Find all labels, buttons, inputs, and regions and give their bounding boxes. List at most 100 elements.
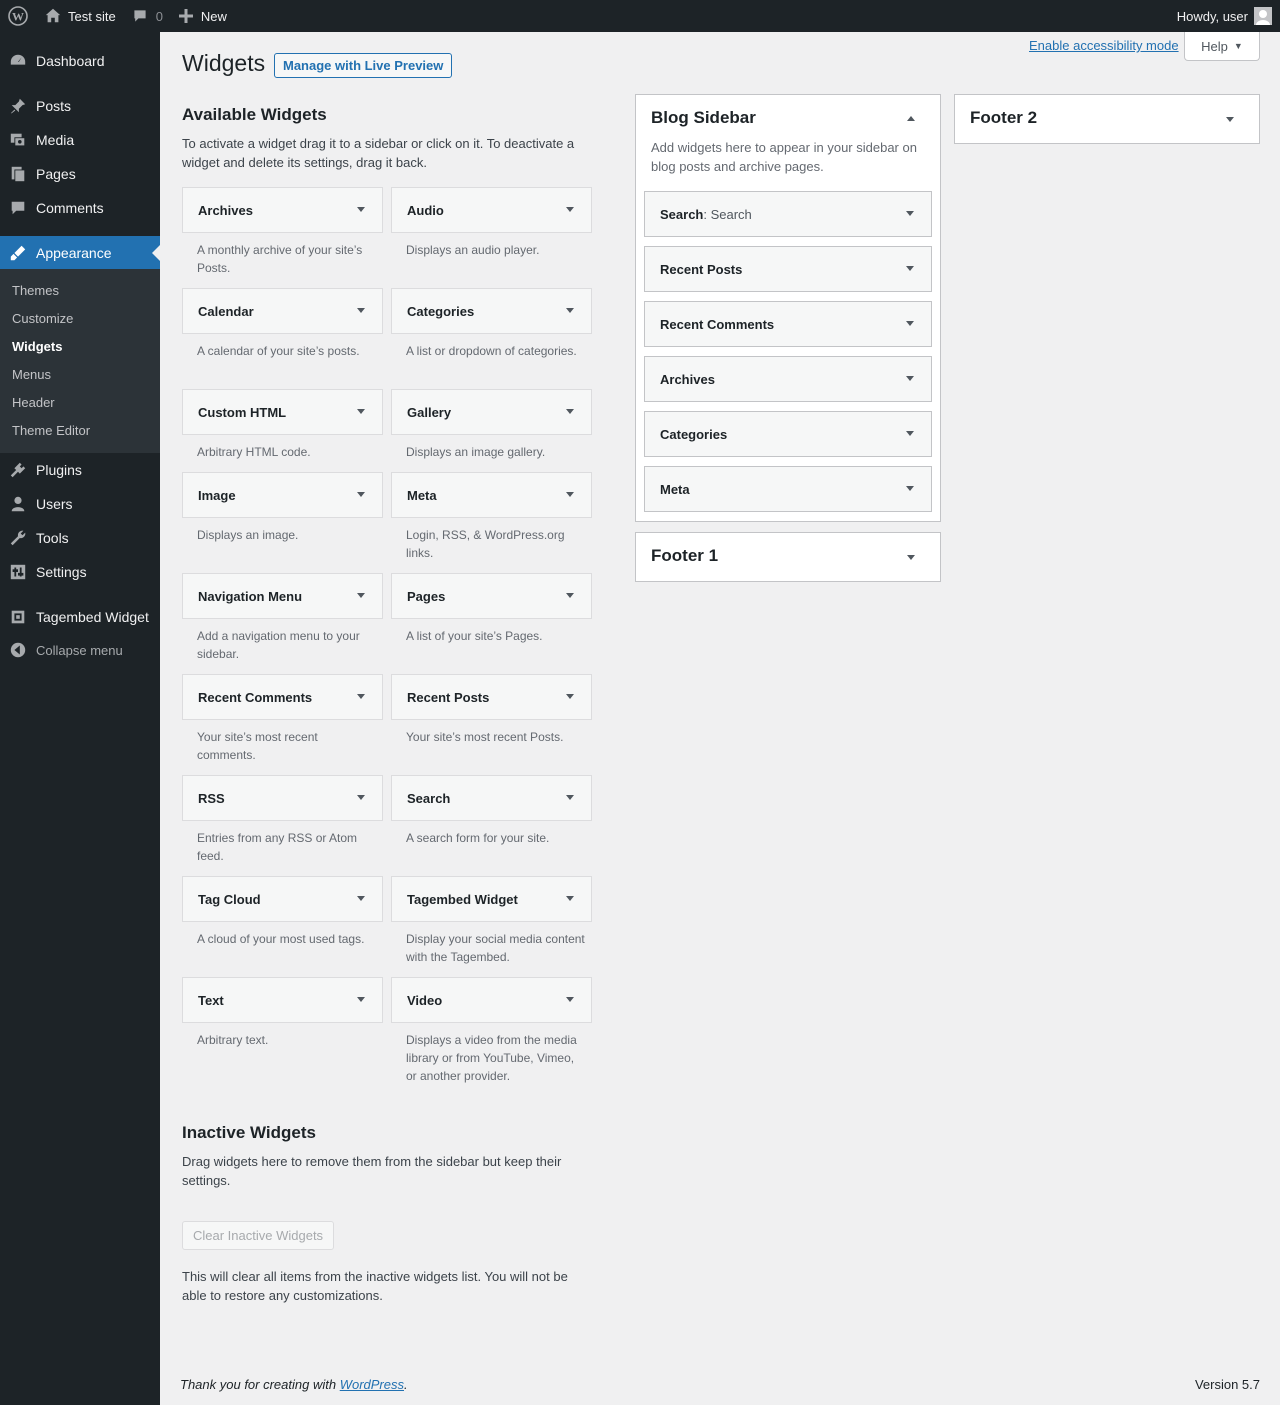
blog-sidebar-description: Add widgets here to appear in your sideb… xyxy=(651,140,917,174)
expand-down-icon[interactable] xyxy=(906,486,914,491)
submenu-header[interactable]: Header xyxy=(12,395,55,410)
widget-title: RSS xyxy=(198,790,225,806)
accessibility-mode-link[interactable]: Enable accessibility mode xyxy=(1029,38,1179,53)
menu-users[interactable]: Users xyxy=(0,487,160,521)
sidebar-widget[interactable]: Recent Posts xyxy=(644,246,932,292)
expand-down-icon[interactable] xyxy=(566,409,574,414)
help-tab[interactable]: Help ▼ xyxy=(1184,32,1260,61)
widget-item[interactable]: Video xyxy=(391,977,592,1023)
expand-down-icon[interactable] xyxy=(357,997,365,1002)
expand-down-icon[interactable] xyxy=(907,555,915,560)
widget-item[interactable]: Gallery xyxy=(391,389,592,435)
wordpress-logo-icon[interactable]: W xyxy=(0,0,36,32)
widget-title: Video xyxy=(407,992,443,1008)
collapse-menu-button[interactable]: Collapse menu xyxy=(0,633,160,667)
sidebar-widget-name: Search xyxy=(660,206,704,222)
expand-down-icon[interactable] xyxy=(357,896,365,901)
menu-appearance[interactable]: Appearance xyxy=(0,236,160,270)
menu-media-label: Media xyxy=(36,132,75,148)
widget-item[interactable]: Text xyxy=(182,977,383,1023)
expand-down-icon[interactable] xyxy=(906,321,914,326)
expand-down-icon[interactable] xyxy=(357,207,365,212)
widget-item[interactable]: Pages xyxy=(391,573,592,619)
sidebar-widget[interactable]: Categories xyxy=(644,411,932,457)
widget-item[interactable]: Navigation Menu xyxy=(182,573,383,619)
expand-down-icon[interactable] xyxy=(566,997,574,1002)
blog-sidebar-area[interactable]: Blog Sidebar Add widgets here to appear … xyxy=(635,94,941,522)
expand-down-icon[interactable] xyxy=(566,308,574,313)
sidebar-widget[interactable]: Archives xyxy=(644,356,932,402)
widget-description: Displays a video from the media library … xyxy=(406,1033,577,1083)
new-content-link[interactable]: New xyxy=(171,0,235,32)
expand-down-icon[interactable] xyxy=(906,376,914,381)
menu-media[interactable]: Media xyxy=(0,123,160,157)
expand-down-icon[interactable] xyxy=(1226,117,1234,122)
widget-item[interactable]: Search xyxy=(391,775,592,821)
menu-dashboard-label: Dashboard xyxy=(36,53,105,69)
footer-1-area[interactable]: Footer 1 xyxy=(635,532,941,582)
expand-down-icon[interactable] xyxy=(357,308,365,313)
sidebar-widget-name: Recent Comments xyxy=(660,316,775,332)
widget-description: Displays an image gallery. xyxy=(406,445,546,459)
expand-down-icon[interactable] xyxy=(566,593,574,598)
site-name-link[interactable]: Test site xyxy=(36,0,124,32)
menu-plugins[interactable]: Plugins xyxy=(0,453,160,487)
footer-2-title: Footer 2 xyxy=(970,108,1038,127)
submenu-widgets[interactable]: Widgets xyxy=(12,339,62,354)
menu-pages[interactable]: Pages xyxy=(0,157,160,191)
menu-posts[interactable]: Posts xyxy=(0,89,160,123)
expand-down-icon[interactable] xyxy=(906,266,914,271)
submenu-menus[interactable]: Menus xyxy=(12,367,51,382)
expand-down-icon[interactable] xyxy=(566,896,574,901)
widget-item[interactable]: Archives xyxy=(182,187,383,233)
expand-down-icon[interactable] xyxy=(566,207,574,212)
expand-down-icon[interactable] xyxy=(906,211,914,216)
menu-tools[interactable]: Tools xyxy=(0,521,160,555)
menu-dashboard[interactable]: Dashboard xyxy=(0,44,160,78)
widget-item[interactable]: Tag Cloud xyxy=(182,876,383,922)
submenu-themes[interactable]: Themes xyxy=(12,283,59,298)
submenu-theme-editor[interactable]: Theme Editor xyxy=(12,423,90,438)
wordpress-link[interactable]: WordPress xyxy=(340,1377,404,1392)
widget-item[interactable]: Recent Posts xyxy=(391,674,592,720)
widget-item[interactable]: Tagembed Widget xyxy=(391,876,592,922)
expand-down-icon[interactable] xyxy=(357,492,365,497)
widget-title: Categories xyxy=(407,303,475,319)
widget-item[interactable]: Meta xyxy=(391,472,592,518)
my-account[interactable]: Howdy, user xyxy=(1169,0,1280,32)
comments-link[interactable]: 0 xyxy=(124,0,171,32)
sidebar-widget[interactable]: Recent Comments xyxy=(644,301,932,347)
menu-comments[interactable]: Comments xyxy=(0,191,160,225)
widget-item[interactable]: Calendar xyxy=(182,288,383,334)
sidebar-widget[interactable]: Search: Search xyxy=(644,191,932,237)
widget-item[interactable]: Image xyxy=(182,472,383,518)
comment-icon xyxy=(134,10,146,22)
live-preview-button[interactable]: Manage with Live Preview xyxy=(274,53,453,78)
expand-down-icon[interactable] xyxy=(566,795,574,800)
expand-down-icon[interactable] xyxy=(357,593,365,598)
collapse-arrow-icon xyxy=(0,641,36,659)
menu-settings[interactable]: Settings xyxy=(0,555,160,589)
expand-down-icon[interactable] xyxy=(357,694,365,699)
menu-tagembed[interactable]: Tagembed Widget xyxy=(0,600,160,634)
expand-down-icon[interactable] xyxy=(357,795,365,800)
widget-item[interactable]: RSS xyxy=(182,775,383,821)
expand-down-icon[interactable] xyxy=(906,431,914,436)
menu-comments-label: Comments xyxy=(36,200,104,216)
widget-item[interactable]: Categories xyxy=(391,288,592,334)
widget-description: Login, RSS, & WordPress.org links. xyxy=(406,528,565,560)
widget-item[interactable]: Audio xyxy=(391,187,592,233)
widget-title: Audio xyxy=(407,202,444,218)
clear-inactive-widgets-button[interactable]: Clear Inactive Widgets xyxy=(182,1221,335,1250)
footer-2-area[interactable]: Footer 2 xyxy=(954,94,1260,144)
collapse-up-icon[interactable] xyxy=(907,116,915,121)
sidebar-widget[interactable]: Meta xyxy=(644,466,932,512)
site-name: Test site xyxy=(68,8,116,24)
home-icon xyxy=(45,8,61,23)
expand-down-icon[interactable] xyxy=(566,694,574,699)
submenu-customize[interactable]: Customize xyxy=(12,311,73,326)
widget-item[interactable]: Recent Comments xyxy=(182,674,383,720)
expand-down-icon[interactable] xyxy=(357,409,365,414)
expand-down-icon[interactable] xyxy=(566,492,574,497)
widget-item[interactable]: Custom HTML xyxy=(182,389,383,435)
